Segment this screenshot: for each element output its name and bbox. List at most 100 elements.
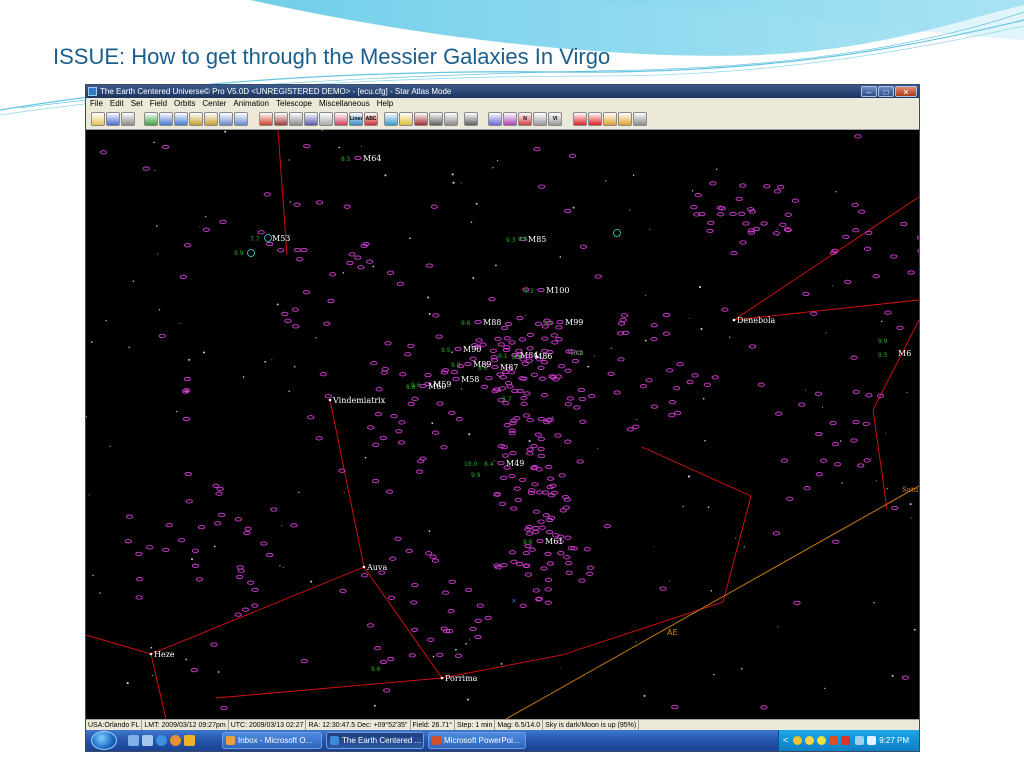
menu-telescope[interactable]: Telescope	[276, 98, 312, 110]
background-star	[92, 574, 94, 577]
menu-field[interactable]: Field	[150, 98, 167, 110]
start-button[interactable]	[91, 731, 117, 750]
text-icon[interactable]: ABC abc	[364, 112, 378, 126]
messier-label-m87[interactable]: M87	[500, 363, 518, 372]
open-icon[interactable]	[91, 112, 105, 126]
menu-center[interactable]: Center	[202, 98, 226, 110]
internet-explorer-icon[interactable]	[156, 735, 167, 746]
target-icon[interactable]	[488, 112, 502, 126]
taskbar-button-outlook[interactable]: Inbox - Microsoft O...	[222, 732, 322, 749]
grid-icon[interactable]	[319, 112, 333, 126]
background-star	[179, 322, 181, 324]
monitor-icon[interactable]	[464, 112, 478, 126]
menu-help[interactable]: Help	[377, 98, 393, 110]
messier-label-m86[interactable]: M86	[534, 352, 552, 361]
close-button[interactable]: ✕	[895, 86, 917, 97]
media-player-icon[interactable]	[184, 735, 195, 746]
window-titlebar[interactable]: The Earth Centered Universe© Pro V5.0D <…	[86, 85, 919, 98]
menu-animation[interactable]: Animation	[233, 98, 269, 110]
search-icon[interactable]	[444, 112, 458, 126]
east-west-icon[interactable]	[234, 112, 248, 126]
star-label-vindemiatrix[interactable]: Vindemiatrix	[332, 396, 386, 405]
sky-map[interactable]: AE M64 8.5 M53 7.7 M85 9.3 M100 9.3 M88 9.6 M99 9.9…	[86, 130, 919, 719]
lines-icon[interactable]: Lines	[349, 112, 363, 126]
table-icon[interactable]	[533, 112, 547, 126]
menu-set[interactable]: Set	[131, 98, 143, 110]
messier-label-m53[interactable]: M53	[272, 234, 290, 243]
zoom-in-icon[interactable]	[174, 112, 188, 126]
tray-icon-1[interactable]	[793, 736, 802, 745]
messier-label-m61[interactable]: M61	[545, 537, 563, 546]
star-heze	[149, 652, 153, 656]
messier-label-m64[interactable]: M64	[363, 154, 381, 163]
menu-miscellaneous[interactable]: Miscellaneous	[319, 98, 370, 110]
target-icon-2[interactable]	[503, 112, 517, 126]
background-star	[906, 391, 908, 394]
print-icon[interactable]	[121, 112, 135, 126]
messier-label-m60[interactable]: M60	[428, 382, 446, 391]
eclipse-icon[interactable]	[399, 112, 413, 126]
cursor-icon[interactable]	[259, 112, 273, 126]
messier-label-m88[interactable]: M88	[483, 318, 501, 327]
vi-icon[interactable]: VI	[548, 112, 562, 126]
star-label-auva[interactable]: Auva	[366, 563, 387, 572]
down-icon[interactable]	[588, 112, 602, 126]
messier-label-m100[interactable]: M100	[546, 286, 569, 295]
star-icon[interactable]	[304, 112, 318, 126]
messier-label-m58[interactable]: M58	[461, 375, 479, 384]
background-star	[743, 546, 745, 548]
star-label-denebola[interactable]: Denebola	[737, 316, 776, 325]
background-star	[559, 256, 562, 258]
taskbar-button-label: Microsoft PowerPoi...	[444, 736, 520, 745]
background-star	[469, 639, 471, 641]
messier-label-m90[interactable]: M90	[463, 345, 481, 354]
image-icon[interactable]	[289, 112, 303, 126]
zoom-out-icon[interactable]	[159, 112, 173, 126]
tray-icon-5[interactable]	[841, 736, 850, 745]
background-star	[593, 355, 595, 357]
tray-icon-4[interactable]	[829, 736, 838, 745]
person-icon[interactable]	[603, 112, 617, 126]
tray-icon-2[interactable]	[805, 736, 814, 745]
south-icon[interactable]	[204, 112, 218, 126]
up-icon[interactable]	[573, 112, 587, 126]
background-star	[338, 146, 341, 149]
messier-label-m85[interactable]: M85	[528, 235, 546, 244]
labels-icon[interactable]	[334, 112, 348, 126]
save-icon[interactable]	[106, 112, 120, 126]
person-icon-2[interactable]	[618, 112, 632, 126]
star-label-heze[interactable]: Heze	[154, 650, 175, 659]
minimize-button[interactable]: –	[861, 86, 877, 97]
tray-expand-chevron[interactable]: <	[783, 730, 788, 751]
menu-orbits[interactable]: Orbits	[174, 98, 195, 110]
messier-label-m99[interactable]: M99	[565, 318, 583, 327]
page-icon[interactable]	[633, 112, 647, 126]
taskbar-button-ecu[interactable]: The Earth Centered ...	[326, 732, 424, 749]
window-switcher-icon[interactable]	[142, 735, 153, 746]
north-arrow-icon[interactable]: N	[518, 112, 532, 126]
network-icon[interactable]	[855, 736, 864, 745]
undo-icon[interactable]	[144, 112, 158, 126]
west-east-icon[interactable]	[219, 112, 233, 126]
grid-dots-icon[interactable]	[429, 112, 443, 126]
background-star	[636, 418, 638, 420]
volume-icon[interactable]	[867, 736, 876, 745]
globe-icon[interactable]	[384, 112, 398, 126]
telescope-icon[interactable]	[414, 112, 428, 126]
show-desktop-icon[interactable]	[128, 735, 139, 746]
north-icon[interactable]	[189, 112, 203, 126]
taskbar-button-powerpoint[interactable]: Microsoft PowerPoi...	[428, 732, 526, 749]
background-star	[128, 346, 130, 349]
magnitude-label: 9.6	[518, 236, 528, 243]
maximize-button[interactable]: □	[878, 86, 894, 97]
background-star	[176, 410, 178, 413]
messier-label-m49[interactable]: M49	[506, 459, 524, 468]
star-label-porrima[interactable]: Porrima	[445, 674, 478, 683]
background-star	[496, 160, 499, 162]
background-star	[310, 580, 313, 583]
firefox-icon[interactable]	[170, 735, 181, 746]
tray-icon-3[interactable]	[817, 736, 826, 745]
rotate-icon[interactable]	[274, 112, 288, 126]
menu-file[interactable]: File	[90, 98, 103, 110]
menu-edit[interactable]: Edit	[110, 98, 124, 110]
